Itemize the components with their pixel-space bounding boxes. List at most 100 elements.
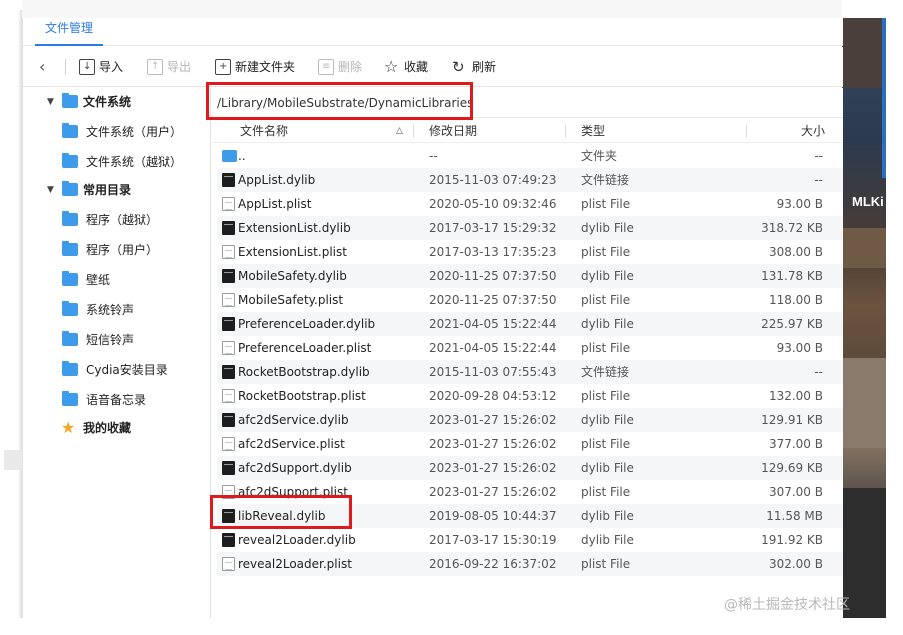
sidebar-item-label: 文件系统（用户） <box>86 125 183 139</box>
sidebar-item-label: 我的收藏 <box>83 421 132 435</box>
sidebar-item-label: 语音备忘录 <box>86 393 147 407</box>
back-button[interactable]: ‹ <box>39 58 53 76</box>
table-row[interactable]: afc2dSupport.dylib 2023-01-27 15:26:02 dyl… <box>217 456 843 480</box>
path-bar[interactable]: /Library/MobileSubstrate/DynamicLibrarie… <box>212 88 843 118</box>
table-row[interactable]: RocketBootstrap.plist 2020-09-28 04:53:12… <box>217 384 843 408</box>
column-divider[interactable] <box>565 124 566 138</box>
sidebar-item-file-system[interactable]: ▼ 文件系统 <box>23 90 211 114</box>
column-header-name[interactable]: 文件名称 <box>240 119 288 143</box>
sidebar-item-apps-jailbreak[interactable]: 程序（越狱） <box>23 208 211 232</box>
current-path[interactable]: /Library/MobileSubstrate/DynamicLibrarie… <box>217 95 473 111</box>
file-size: 377.00 B <box>768 437 823 451</box>
import-button[interactable]: ↓ 导入 <box>79 58 123 76</box>
sidebar-item-label: 文件系统（越狱） <box>86 155 183 169</box>
file-name: RocketBootstrap.plist <box>238 389 366 403</box>
folder-icon <box>62 181 78 196</box>
file-date: 2023-01-27 15:26:02 <box>429 413 557 427</box>
file-size: 11.58 MB <box>766 509 823 523</box>
table-row[interactable]: ExtensionList.dylib 2017-03-17 15:29:32 dy… <box>217 216 843 240</box>
file-name: AppList.plist <box>238 197 312 211</box>
file-date: 2017-03-17 15:29:32 <box>429 221 557 235</box>
sidebar-item-sms-tones[interactable]: 短信铃声 <box>23 328 211 352</box>
file-name: afc2dService.plist <box>238 437 345 451</box>
import-label: 导入 <box>99 60 124 74</box>
refresh-button[interactable]: ↻ 刷新 <box>452 58 496 76</box>
dylib-file-icon <box>222 533 235 547</box>
expand-arrow-icon[interactable]: ▼ <box>47 178 54 202</box>
file-size: 93.00 B <box>776 197 823 211</box>
sidebar-item-common-dirs[interactable]: ▼ 常用目录 <box>23 178 211 202</box>
plist-file-icon <box>222 341 235 355</box>
favorite-button[interactable]: ☆ 收藏 <box>384 58 428 76</box>
file-size: -- <box>814 365 823 379</box>
file-type: 文件夹 <box>581 149 618 163</box>
table-row[interactable]: RocketBootstrap.dylib 2015-11-03 07:55:43… <box>217 360 843 384</box>
folder-icon <box>62 93 78 108</box>
file-type: 文件链接 <box>581 365 630 379</box>
file-name: ExtensionList.dylib <box>238 221 351 235</box>
file-date: 2015-11-03 07:49:23 <box>429 173 557 187</box>
table-row[interactable]: AppList.plist 2020-05-10 09:32:46 plist Fi… <box>217 192 843 216</box>
table-row[interactable]: afc2dService.plist 2023-01-27 15:26:02 pli… <box>217 432 843 456</box>
desktop-background-top <box>22 0 842 18</box>
sidebar-item-cydia[interactable]: Cydia安装目录 <box>23 358 211 382</box>
sidebar-item-voice-memos[interactable]: 语音备忘录 <box>23 388 211 412</box>
file-type: dylib File <box>581 269 634 283</box>
sidebar-item-wallpaper[interactable]: 壁纸 <box>23 268 211 292</box>
dylib-file-icon <box>222 509 235 523</box>
table-row[interactable]: reveal2Loader.dylib 2017-03-17 15:30:19 dy… <box>217 528 843 552</box>
file-name: MobileSafety.plist <box>238 293 344 307</box>
column-header-type[interactable]: 类型 <box>581 119 605 143</box>
table-row[interactable]: MobileSafety.dylib 2020-11-25 07:37:50 dyl… <box>217 264 843 288</box>
table-row[interactable]: AppList.dylib 2015-11-03 07:49:23 文件链接 -- <box>217 168 843 192</box>
column-divider[interactable] <box>413 124 414 138</box>
file-name: afc2dSupport.dylib <box>238 461 352 475</box>
column-header-date[interactable]: 修改日期 <box>429 119 477 143</box>
table-row[interactable]: afc2dService.dylib 2023-01-27 15:26:02 dyl… <box>217 408 843 432</box>
export-button[interactable]: ↑ 导出 <box>147 58 191 76</box>
table-row[interactable]: libReveal.dylib 2019-08-05 10:44:37 dylib … <box>217 504 843 528</box>
file-list-panel: /Library/MobileSubstrate/DynamicLibrarie… <box>212 88 843 618</box>
table-row[interactable]: MobileSafety.plist 2020-11-25 07:37:50 pli… <box>217 288 843 312</box>
file-size: 225.97 KB <box>761 317 823 331</box>
file-size: 118.00 B <box>768 293 823 307</box>
file-type: dylib File <box>581 317 634 331</box>
table-row[interactable]: reveal2Loader.plist 2016-09-22 16:37:02 pl… <box>217 552 843 576</box>
tab-file-manager[interactable]: 文件管理 <box>35 18 104 46</box>
table-row[interactable]: PreferenceLoader.plist 2021-04-05 15:22:4… <box>217 336 843 360</box>
table-row[interactable]: PreferenceLoader.dylib 2021-04-05 15:22:4… <box>217 312 843 336</box>
sort-ascending-icon[interactable]: △ <box>396 119 403 143</box>
new-folder-button[interactable]: + 新建文件夹 <box>215 58 295 76</box>
column-divider[interactable] <box>746 124 747 138</box>
file-type: plist File <box>581 437 631 451</box>
plist-file-icon <box>222 389 235 403</box>
sidebar-item-apps-user[interactable]: 程序（用户） <box>23 238 211 262</box>
file-type: plist File <box>581 245 631 259</box>
column-header-size[interactable]: 大小 <box>801 119 825 143</box>
file-date: 2023-01-27 15:26:02 <box>429 461 557 475</box>
folder-icon <box>62 211 78 226</box>
toolbar: ‹ ↓ 导入 ↑ 导出 + 新建文件夹 ≡ 删除 ☆ 收藏 ↻ 刷新 <box>23 47 843 87</box>
file-date: 2019-08-05 10:44:37 <box>429 509 557 523</box>
file-date: -- <box>429 149 438 163</box>
table-row[interactable]: ExtensionList.plist 2017-03-13 17:35:23 pl… <box>217 240 843 264</box>
sidebar-item-label: Cydia安装目录 <box>86 363 168 377</box>
sidebar-item-ringtones[interactable]: 系统铃声 <box>23 298 211 322</box>
background-app-label: MLKi <box>852 194 884 209</box>
favorite-label: 收藏 <box>404 60 429 74</box>
file-date: 2023-01-27 15:26:02 <box>429 485 557 499</box>
sidebar-item-file-system-jailbreak[interactable]: 文件系统（越狱） <box>23 150 211 174</box>
expand-arrow-icon[interactable]: ▼ <box>47 90 54 114</box>
table-row[interactable]: afc2dSupport.plist 2023-01-27 15:26:02 pli… <box>217 480 843 504</box>
file-type: dylib File <box>581 509 634 523</box>
sidebar-item-favorites[interactable]: ★ 我的收藏 <box>23 416 211 440</box>
delete-button[interactable]: ≡ 删除 <box>318 58 362 76</box>
table-row[interactable]: .. -- 文件夹 -- <box>217 144 843 168</box>
dylib-file-icon <box>222 413 235 427</box>
watermark: @稀土掘金技术社区 <box>724 597 850 613</box>
file-size: -- <box>814 149 823 163</box>
file-date: 2017-03-13 17:35:23 <box>429 245 557 259</box>
file-manager-window: 文件管理 ‹ ↓ 导入 ↑ 导出 + 新建文件夹 ≡ 删除 ☆ 收藏 ↻ 刷新 <box>22 18 843 618</box>
sidebar-item-file-system-user[interactable]: 文件系统（用户） <box>23 120 211 144</box>
new-folder-label: 新建文件夹 <box>235 60 296 74</box>
